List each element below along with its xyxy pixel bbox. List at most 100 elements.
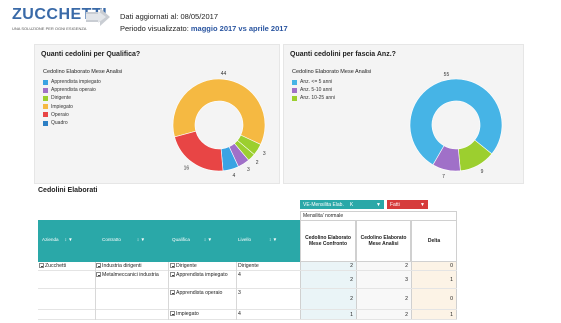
legend-item[interactable]: Impiegato	[43, 103, 101, 111]
cell-analisi: 2	[356, 289, 411, 309]
col-header-qualifica[interactable]: Qualifica ↕ ▼	[172, 237, 212, 242]
donut-slice-label: 7	[442, 174, 445, 180]
cell-livello: 3	[238, 290, 241, 296]
period-value: maggio 2017 vs aprile 2017	[190, 24, 288, 33]
legend-item[interactable]: Operaio	[43, 111, 101, 119]
donut-slice-label: 16	[184, 166, 190, 172]
cell-livello: 4	[238, 311, 241, 317]
donut-slice-label: 55	[444, 72, 450, 78]
col-header-azienda[interactable]: Azienda ↕ ▼	[42, 237, 73, 242]
cell-qualifica[interactable]: Apprendista impiegato	[170, 272, 234, 278]
table-title: Cedolini Elaborati	[38, 187, 98, 194]
filter-chip-label: VE-Mensilita Elab.	[303, 201, 344, 208]
sort-filter-icon[interactable]: ↕ ▼	[269, 237, 277, 242]
cell-qualifica[interactable]: Impiegato	[170, 311, 199, 317]
legend-item[interactable]: Dirigente	[43, 94, 101, 102]
cell-delta: 0	[411, 262, 457, 270]
donut-slice-label: 3	[247, 167, 250, 173]
cell-delta: 0	[411, 289, 457, 309]
cell-analisi: 2	[356, 310, 411, 319]
cell-contratto[interactable]: Metalmeccanici industria	[96, 272, 164, 278]
legend-label: Apprendista impiegato	[51, 79, 101, 86]
zucchetti-logo: ZUCCHETTI UNA SOLUZIONE PER OGNI ESIGENZ…	[12, 6, 110, 36]
logo-arrow-icon	[86, 8, 110, 26]
cell-delta: 1	[411, 310, 457, 319]
cell-qualifica[interactable]: Apprendista operaio	[170, 290, 234, 296]
sort-filter-icon[interactable]: ↕ ▼	[204, 237, 212, 242]
dimension-header-bar: Azienda ↕ ▼ Contratto ↕ ▼ Qualifica ↕ ▼ …	[38, 220, 301, 262]
cell-analisi: 3	[356, 271, 411, 288]
facts-chip-label: Fatti	[390, 201, 400, 208]
cell-confronto: 2	[300, 262, 356, 270]
table-row[interactable]: Zucchetti Industria dirigenti Dirigente …	[38, 262, 457, 271]
collapse-icon[interactable]	[170, 263, 175, 268]
collapse-icon[interactable]	[170, 311, 175, 316]
legend-label: Anz. 5-10 anni	[300, 87, 333, 94]
col-header-analisi[interactable]: Cedolino Elaborato Mese Analisi	[356, 220, 411, 262]
column-divider	[168, 262, 169, 320]
table-row[interactable]: Apprendista operaio 3 2 2 0	[38, 289, 457, 310]
qualifica-donut-chart[interactable]: 44 323 4 16	[147, 65, 279, 183]
collapse-icon[interactable]	[96, 272, 101, 277]
legend-item[interactable]: Anz. 10-25 anni	[292, 94, 335, 102]
legend-label: Anz. <= 5 anni	[300, 79, 333, 86]
cell-qualifica[interactable]: Dirigente	[170, 263, 197, 269]
collapse-icon[interactable]	[39, 263, 44, 268]
legend-swatch	[43, 95, 48, 101]
legend-swatch	[292, 79, 297, 85]
legend-item[interactable]: Anz. <= 5 anni	[292, 78, 335, 86]
legend-item[interactable]: Anz. 5-10 anni	[292, 86, 335, 94]
legend-swatch	[43, 112, 48, 118]
legend-item[interactable]: Apprendista operaio	[43, 86, 101, 94]
donut-slice-label: 4	[232, 173, 235, 179]
qualifica-chart-panel: Quanti cedolini per Qualifica? Cedolino …	[34, 44, 280, 184]
legend-item[interactable]: Quadro	[43, 119, 101, 127]
cell-delta: 1	[411, 271, 457, 288]
donut-slice-label: 3	[263, 151, 266, 157]
cell-contratto[interactable]: Industria dirigenti	[96, 263, 142, 269]
anzianita-legend-header: Cedolino Elaborato Mese Analisi	[292, 69, 372, 75]
cell-azienda[interactable]: Zucchetti	[39, 263, 66, 269]
legend-swatch	[43, 120, 48, 126]
qualifica-chart-title: Quanti cedolini per Qualifica?	[41, 51, 141, 58]
column-divider	[236, 262, 237, 320]
table-row[interactable]: Impiegato 4 1 2 1	[38, 310, 457, 320]
qualifica-legend: Apprendista impiegato Apprendista operaio…	[43, 78, 101, 127]
legend-item[interactable]: Apprendista impiegato	[43, 78, 101, 86]
report-header: ZUCCHETTI UNA SOLUZIONE PER OGNI ESIGENZ…	[0, 0, 561, 42]
anzianita-donut-chart[interactable]: 55 9 7	[386, 65, 522, 183]
period-label: Periodo visualizzato:	[120, 24, 189, 33]
filter-chip-mensilita[interactable]: VE-Mensilita Elab. K ▼	[300, 200, 384, 209]
table-row[interactable]: Metalmeccanici industria Apprendista imp…	[38, 271, 457, 289]
chevron-down-icon[interactable]: ▼	[376, 202, 381, 208]
chevron-down-icon[interactable]: ▼	[420, 202, 425, 208]
col-header-delta[interactable]: Delta	[411, 220, 457, 262]
col-header-contratto[interactable]: Contratto ↕ ▼	[102, 237, 145, 242]
collapse-icon[interactable]	[170, 290, 175, 295]
donut-slice-label: 9	[481, 169, 484, 175]
donut-slice[interactable]	[174, 130, 224, 172]
collapse-icon[interactable]	[170, 272, 175, 277]
logo-tagline: UNA SOLUZIONE PER OGNI ESIGENZA	[12, 26, 87, 31]
legend-label: Operaio	[51, 111, 69, 118]
legend-label: Anz. 10-25 anni	[300, 95, 336, 102]
facts-chip[interactable]: Fatti ▼	[387, 200, 428, 209]
anzianita-chart-title: Quanti cedolini per fascia Anz.?	[290, 51, 396, 58]
legend-swatch	[292, 95, 297, 101]
legend-label: Apprendista operaio	[51, 87, 96, 94]
sort-filter-icon[interactable]: ↕ ▼	[137, 237, 145, 242]
cell-confronto: 2	[300, 271, 356, 288]
legend-swatch	[292, 87, 297, 93]
legend-swatch	[43, 87, 48, 93]
legend-swatch	[43, 79, 48, 85]
legend-swatch	[43, 104, 48, 110]
sort-filter-icon[interactable]: ↕ ▼	[65, 237, 73, 242]
anzianita-legend: Anz. <= 5 anni Anz. 5-10 anni Anz. 10-25 a…	[292, 78, 335, 103]
legend-label: Dirigente	[51, 95, 72, 102]
filter-chip-key: K	[349, 201, 354, 208]
period-line: Periodo visualizzato: maggio 2017 vs apr…	[120, 24, 288, 33]
col-header-confronto[interactable]: Cedolino Elaborato Mese Confronto	[300, 220, 356, 262]
cell-confronto: 1	[300, 310, 356, 319]
collapse-icon[interactable]	[96, 263, 101, 268]
col-header-livello[interactable]: Livello ↕ ▼	[238, 237, 277, 242]
